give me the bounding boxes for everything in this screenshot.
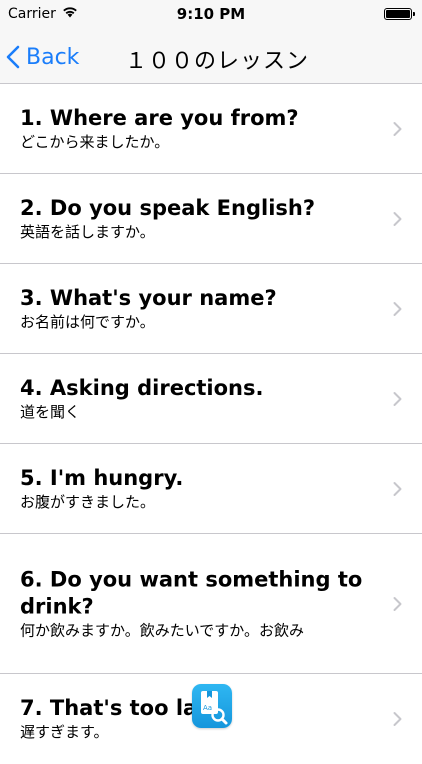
lesson-subtitle: 何か飲みますか。飲みたいですか。お飲み — [20, 621, 304, 639]
lesson-row[interactable]: 1. Where are you from? どこから来ましたか。 — [0, 84, 422, 174]
lesson-text: 6. Do you want something to drink? 何か飲みま… — [20, 566, 377, 641]
chevron-right-icon — [393, 211, 402, 226]
lesson-title: 4. Asking directions. — [20, 375, 264, 400]
lesson-text: 5. I'm hungry. お腹がすきました。 — [20, 465, 377, 513]
chevron-right-icon — [393, 596, 402, 611]
lesson-text: 3. What's your name? お名前は何ですか。 — [20, 285, 377, 333]
lesson-title: 1. Where are you from? — [20, 105, 299, 130]
back-label: Back — [26, 44, 80, 70]
chevron-left-icon — [6, 45, 20, 69]
lesson-list: 1. Where are you from? どこから来ましたか。 2. Do … — [0, 84, 422, 764]
chevron-right-icon — [393, 481, 402, 496]
status-time: 9:10 PM — [176, 5, 246, 23]
dictionary-glyph-icon: Aa — [201, 691, 228, 725]
back-button[interactable]: Back — [6, 38, 79, 76]
lesson-row[interactable]: 2. Do you speak English? 英語を話しますか。 — [0, 174, 422, 264]
lesson-subtitle: お名前は何ですか。 — [20, 312, 155, 331]
lesson-title: 3. What's your name? — [20, 285, 277, 310]
chevron-right-icon — [393, 391, 402, 406]
lesson-title: 2. Do you speak English? — [20, 195, 316, 220]
lesson-row[interactable]: 6. Do you want something to drink? 何か飲みま… — [0, 534, 422, 674]
lesson-title: 5. I'm hungry. — [20, 465, 184, 490]
lesson-text: 4. Asking directions. 道を聞く — [20, 375, 377, 423]
dictionary-search-icon[interactable]: Aa — [192, 684, 232, 728]
page-title: １００のレッスン — [125, 49, 310, 74]
lesson-subtitle: 道を聞く — [20, 402, 81, 421]
status-bar: Carrier 9:10 PM — [0, 0, 422, 30]
navigation-bar: Back １００のレッスン — [0, 30, 422, 84]
lesson-title: 6. Do you want something to drink? — [20, 567, 363, 618]
chevron-right-icon — [393, 301, 402, 316]
lesson-subtitle: どこから来ましたか。 — [20, 132, 170, 151]
lesson-text: 1. Where are you from? どこから来ましたか。 — [20, 105, 377, 153]
lesson-subtitle: 英語を話しますか。 — [20, 222, 155, 241]
chevron-right-icon — [393, 712, 402, 726]
lesson-row[interactable]: 3. What's your name? お名前は何ですか。 — [0, 264, 422, 354]
lesson-row[interactable]: 4. Asking directions. 道を聞く — [0, 354, 422, 444]
lesson-row[interactable]: 5. I'm hungry. お腹がすきました。 — [0, 444, 422, 534]
lesson-text: 2. Do you speak English? 英語を話しますか。 — [20, 195, 377, 243]
dictionary-label: Aa — [203, 704, 212, 712]
battery-icon — [384, 8, 415, 20]
chevron-right-icon — [393, 121, 402, 136]
lesson-subtitle: お腹がすきました。 — [20, 492, 156, 511]
